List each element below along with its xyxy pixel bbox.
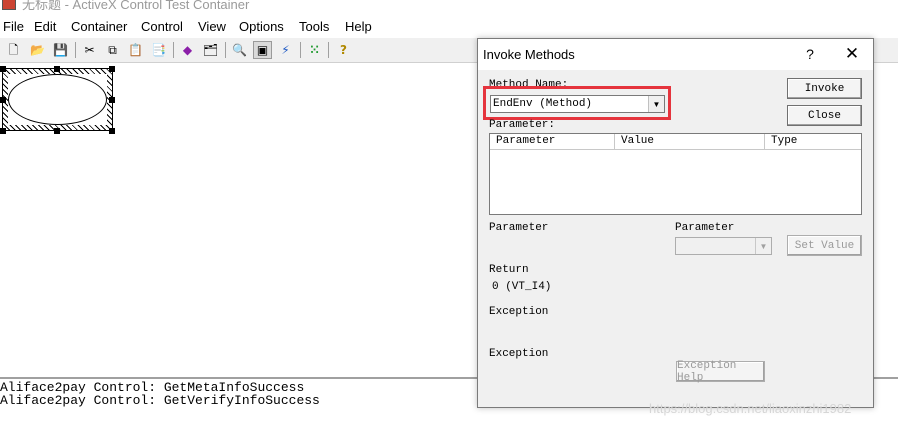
parameter-value-label: Parameter: [489, 222, 549, 234]
return-label: Return: [489, 264, 529, 276]
column-header-type[interactable]: Type: [765, 134, 861, 150]
watermark: https://blog.csdn.net/liaoxinzhi1982: [649, 401, 852, 416]
properties-icon[interactable]: 🗂: [201, 41, 220, 59]
close-icon[interactable]: ✕: [843, 44, 861, 64]
paste-icon[interactable]: 📋: [126, 41, 145, 59]
resize-handle-top-left[interactable]: [0, 66, 6, 72]
activex-control[interactable]: [8, 74, 107, 125]
cut-icon[interactable]: ✂: [80, 41, 99, 59]
app-icon: [2, 0, 16, 10]
invoke-button[interactable]: Invoke: [787, 78, 862, 99]
lightning-icon[interactable]: ⚡: [276, 41, 295, 59]
resize-handle-top-right[interactable]: [109, 66, 115, 72]
open-folder-icon[interactable]: 📂: [28, 41, 47, 59]
insert-control-icon[interactable]: ◆: [178, 41, 197, 59]
dialog-titlebar[interactable]: Invoke Methods ? ✕: [478, 39, 873, 70]
resize-handle-bottom-left[interactable]: [0, 128, 6, 134]
paste-special-icon[interactable]: 📑: [149, 41, 168, 59]
save-icon[interactable]: 💾: [51, 41, 70, 59]
set-value-button[interactable]: Set Value: [787, 235, 862, 256]
toggle-design-mode-icon[interactable]: ⁙: [305, 41, 324, 59]
resize-handle-bottom[interactable]: [54, 128, 60, 134]
invoke-methods-icon[interactable]: ▣: [253, 41, 272, 59]
new-icon[interactable]: 🗋: [4, 41, 23, 59]
exception-label: Exception: [489, 306, 549, 318]
menu-options[interactable]: Options: [239, 19, 284, 34]
invoke-methods-dialog: Invoke Methods ? ✕ Method Name: EndEnv (…: [477, 38, 874, 408]
close-button[interactable]: Close: [787, 105, 862, 126]
exception-detail-label: Exception: [489, 348, 549, 360]
window-title: 无标题 - ActiveX Control Test Container: [22, 0, 250, 12]
menu-file[interactable]: File: [3, 19, 24, 34]
toolbar-separator: [75, 42, 76, 58]
chevron-down-icon[interactable]: ▼: [755, 238, 771, 254]
control-ellipse-shape: [8, 74, 107, 125]
parameter-type-combobox[interactable]: ▼: [675, 237, 772, 255]
toolbar-separator: [173, 42, 174, 58]
copy-icon[interactable]: ⧉: [103, 41, 122, 59]
column-header-value[interactable]: Value: [615, 134, 765, 150]
annotation-highlight-box: [483, 86, 671, 120]
dialog-title: Invoke Methods: [483, 47, 575, 62]
resize-handle-right[interactable]: [109, 97, 115, 103]
return-value: 0 (VT_I4): [492, 281, 552, 293]
toolbar-separator: [225, 42, 226, 58]
exception-help-button[interactable]: Exception Help: [676, 360, 765, 384]
menu-tools[interactable]: Tools: [299, 19, 329, 34]
column-header-parameter[interactable]: Parameter: [490, 134, 615, 150]
parameter-listview[interactable]: Parameter Value Type: [489, 133, 862, 215]
activex-control-selection[interactable]: [2, 68, 113, 131]
help-icon[interactable]: ?: [334, 41, 353, 59]
toolbar-separator: [328, 42, 329, 58]
menu-help[interactable]: Help: [345, 19, 372, 34]
parameter-type-label: Parameter: [675, 222, 735, 234]
menu-container[interactable]: Container: [71, 19, 127, 34]
resize-handle-bottom-right[interactable]: [109, 128, 115, 134]
menubar: File Edit Container Control View Options…: [0, 16, 898, 38]
resize-handle-top[interactable]: [54, 66, 60, 72]
log-line: Aliface2pay Control: GetVerifyInfoSucces…: [0, 393, 320, 408]
toolbar-separator: [300, 42, 301, 58]
window-titlebar: 无标题 - ActiveX Control Test Container: [0, 0, 898, 14]
resize-handle-left[interactable]: [0, 97, 6, 103]
view-events-icon[interactable]: 🔍: [230, 41, 249, 59]
menu-control[interactable]: Control: [141, 19, 183, 34]
help-icon[interactable]: ?: [803, 46, 817, 62]
parameter-list-label: Parameter:: [489, 119, 556, 131]
menu-edit[interactable]: Edit: [34, 19, 56, 34]
menu-view[interactable]: View: [198, 19, 226, 34]
